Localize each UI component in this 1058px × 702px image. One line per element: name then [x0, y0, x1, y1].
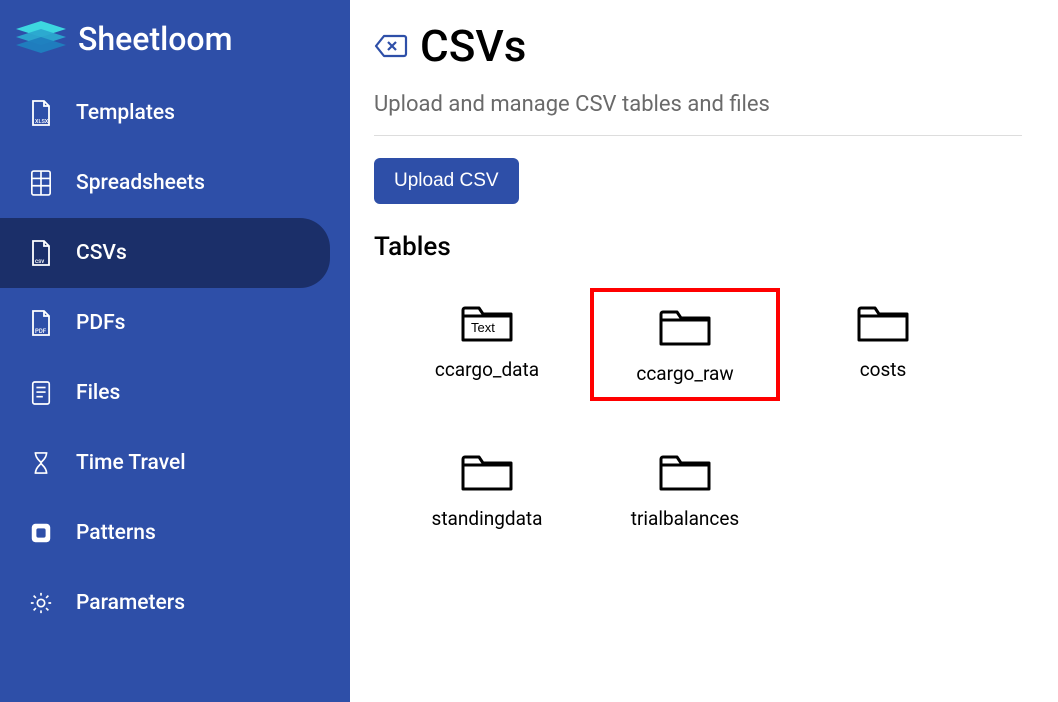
- page-header: CSVs: [374, 20, 1022, 72]
- sidebar-item-parameters[interactable]: Parameters: [0, 568, 350, 638]
- brand-name: Sheetloom: [78, 20, 232, 58]
- sidebar: Sheetloom XLSX Templates: [0, 0, 350, 702]
- sidebar-item-label: Patterns: [76, 521, 156, 545]
- svg-text:csv: csv: [35, 258, 44, 265]
- folder-icon: [657, 449, 713, 493]
- page-subtitle: Upload and manage CSV tables and files: [374, 92, 1022, 117]
- nav: XLSX Templates Spreadsheets: [0, 78, 350, 638]
- brand: Sheetloom: [0, 10, 350, 78]
- patterns-icon: [28, 520, 54, 546]
- svg-text:XLSX: XLSX: [35, 119, 49, 125]
- sidebar-item-label: Time Travel: [76, 451, 186, 475]
- sidebar-item-csvs[interactable]: csv CSVs: [0, 218, 330, 288]
- upload-csv-button[interactable]: Upload CSV: [374, 158, 519, 204]
- sidebar-item-time-travel[interactable]: Time Travel: [0, 428, 350, 498]
- sidebar-item-label: PDFs: [76, 311, 126, 335]
- gear-icon: [28, 590, 54, 616]
- table-item-ccargo-raw[interactable]: ccargo_raw: [590, 288, 780, 401]
- sidebar-item-pdfs[interactable]: PDF PDFs: [0, 288, 350, 358]
- tables-grid: Text ccargo_data ccargo_raw costs: [392, 288, 1022, 542]
- svg-text:PDF: PDF: [35, 328, 47, 335]
- file-icon: [28, 380, 54, 406]
- folder-text-icon: Text: [459, 300, 515, 344]
- sidebar-item-templates[interactable]: XLSX Templates: [0, 78, 350, 148]
- table-label: trialbalances: [631, 507, 740, 530]
- tables-section-title: Tables: [374, 232, 1022, 262]
- page-title: CSVs: [420, 20, 526, 72]
- sidebar-item-spreadsheets[interactable]: Spreadsheets: [0, 148, 350, 218]
- sidebar-item-label: Parameters: [76, 591, 185, 615]
- table-label: ccargo_data: [435, 358, 539, 381]
- table-item-standingdata[interactable]: standingdata: [392, 437, 582, 542]
- svg-text:Text: Text: [471, 320, 495, 335]
- brand-logo-icon: [16, 21, 66, 57]
- xlsx-file-icon: XLSX: [28, 100, 54, 126]
- sidebar-item-label: CSVs: [76, 241, 127, 265]
- folder-icon: [657, 304, 713, 348]
- table-item-ccargo-data[interactable]: Text ccargo_data: [392, 288, 582, 401]
- folder-icon: [459, 449, 515, 493]
- hourglass-icon: [28, 450, 54, 476]
- sidebar-item-label: Files: [76, 381, 120, 405]
- main-content: CSVs Upload and manage CSV tables and fi…: [350, 0, 1058, 702]
- sidebar-item-patterns[interactable]: Patterns: [0, 498, 350, 568]
- table-item-costs[interactable]: costs: [788, 288, 978, 401]
- table-item-trialbalances[interactable]: trialbalances: [590, 437, 780, 542]
- spreadsheet-icon: [28, 170, 54, 196]
- csv-file-icon: csv: [28, 240, 54, 266]
- table-label: ccargo_raw: [636, 362, 733, 385]
- sidebar-item-files[interactable]: Files: [0, 358, 350, 428]
- pdf-file-icon: PDF: [28, 310, 54, 336]
- back-button[interactable]: [374, 32, 408, 60]
- folder-icon: [855, 300, 911, 344]
- table-label: costs: [860, 358, 907, 381]
- sidebar-item-label: Templates: [76, 101, 175, 125]
- divider: [374, 135, 1022, 136]
- table-label: standingdata: [432, 507, 543, 530]
- sidebar-item-label: Spreadsheets: [76, 171, 205, 195]
